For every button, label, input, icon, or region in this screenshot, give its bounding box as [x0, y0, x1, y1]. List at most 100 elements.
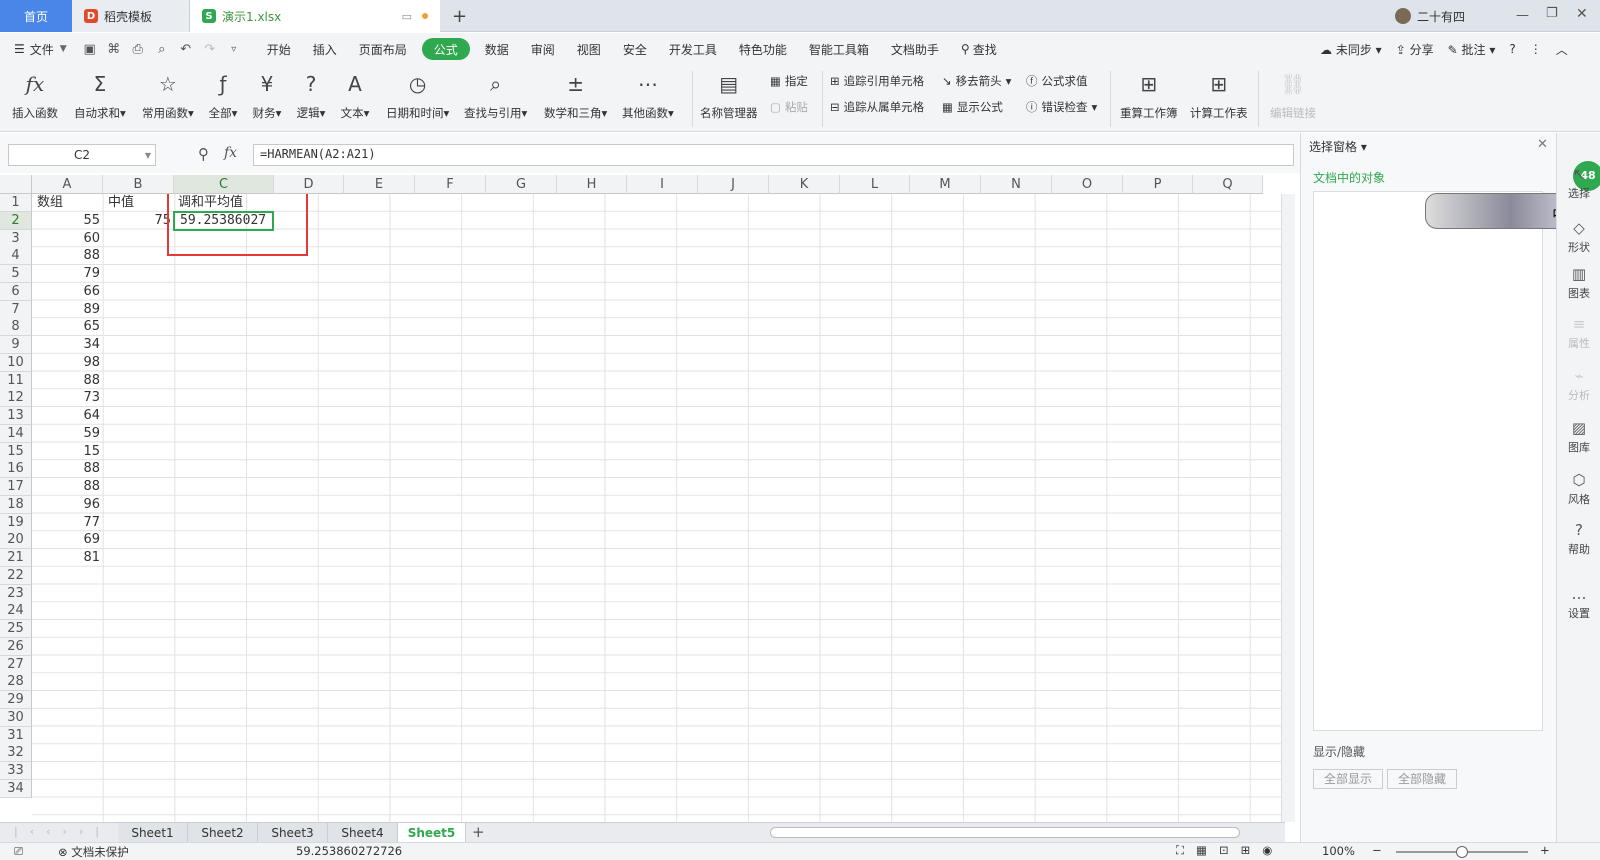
- customize-chevron-icon[interactable]: ▿: [222, 44, 246, 55]
- row-header-20[interactable]: 20: [0, 531, 32, 550]
- show-all-button[interactable]: 全部显示: [1313, 769, 1383, 789]
- column-header-f[interactable]: F: [415, 175, 486, 194]
- tab-home[interactable]: 首页: [0, 0, 72, 32]
- assign-button[interactable]: ▦ 指定: [770, 73, 808, 89]
- cell-a9[interactable]: 34: [32, 336, 103, 354]
- row-header-26[interactable]: 26: [0, 637, 32, 656]
- undo-icon[interactable]: ↶: [174, 42, 198, 57]
- cell-a18[interactable]: 96: [32, 496, 103, 514]
- row-header-1[interactable]: 1: [0, 194, 32, 212]
- other-functions-button[interactable]: ⋯ 其他函数▾: [622, 69, 674, 121]
- row-header-2[interactable]: 2: [0, 211, 32, 230]
- zoom-slider[interactable]: [1396, 846, 1528, 858]
- tab-file[interactable]: S 演示1.xlsx ▭: [190, 0, 440, 32]
- row-header-34[interactable]: 34: [0, 779, 32, 798]
- row-header-33[interactable]: 33: [0, 762, 32, 780]
- restore-icon[interactable]: ❐: [1546, 6, 1558, 21]
- cell-a13[interactable]: 64: [32, 407, 103, 425]
- row-header-29[interactable]: 29: [0, 691, 32, 709]
- column-header-c[interactable]: C: [174, 175, 274, 194]
- select-all-corner[interactable]: [0, 175, 32, 194]
- menu-view[interactable]: 视图: [566, 33, 612, 65]
- format-painter-icon[interactable]: ⌘: [102, 42, 126, 57]
- share-button[interactable]: ⇪ 分享: [1396, 41, 1434, 58]
- text-functions-button[interactable]: A 文本▾: [340, 69, 370, 121]
- column-header-m[interactable]: M: [910, 175, 981, 194]
- page-layout-view-icon[interactable]: ⊡: [1219, 843, 1229, 858]
- row-header-17[interactable]: 17: [0, 478, 32, 496]
- strip-help[interactable]: ? 帮助: [1557, 521, 1600, 557]
- sheet-tab-3[interactable]: Sheet3: [258, 823, 328, 843]
- strip-shapes[interactable]: ◇ 形状: [1557, 219, 1600, 255]
- row-header-11[interactable]: 11: [0, 371, 32, 390]
- strip-gallery[interactable]: ▨ 图库: [1557, 419, 1600, 455]
- tab-template[interactable]: D 稻壳模板: [72, 0, 190, 32]
- strip-style[interactable]: ⬡ 风格: [1557, 471, 1600, 507]
- zoom-out-icon[interactable]: −: [1372, 843, 1382, 857]
- finance-button[interactable]: ¥ 财务▾: [252, 69, 282, 121]
- menu-dev-tools[interactable]: 开发工具: [658, 33, 728, 65]
- save-icon[interactable]: ▣: [78, 42, 102, 57]
- close-icon[interactable]: ✕: [1576, 6, 1588, 22]
- cell-a7[interactable]: 89: [32, 301, 103, 319]
- comment-button[interactable]: ✎ 批注 ▾: [1448, 41, 1496, 58]
- more-icon[interactable]: ⋮: [1530, 42, 1542, 56]
- column-header-p[interactable]: P: [1123, 175, 1193, 194]
- cell-a15[interactable]: 15: [32, 443, 103, 461]
- collapse-ribbon-icon[interactable]: ︿: [1556, 41, 1568, 58]
- cell-a10[interactable]: 98: [32, 354, 103, 372]
- add-sheet-plus-icon[interactable]: +: [472, 823, 485, 841]
- row-header-10[interactable]: 10: [0, 353, 32, 372]
- cell-grid[interactable]: 数组 中值 调和平均值 75 59.25386027 55 60 88 79 66 89 6…: [32, 194, 1281, 822]
- strip-analysis[interactable]: ⌁ 分析: [1557, 367, 1600, 403]
- zoom-formula-icon[interactable]: ⚲: [198, 145, 209, 163]
- lookup-button[interactable]: ⌕ 查找与引用▾: [464, 69, 527, 121]
- cell-a1[interactable]: 数组: [34, 194, 66, 212]
- calc-sheet-button[interactable]: ⊞ 计算工作表: [1190, 69, 1248, 121]
- protect-status[interactable]: ⊗ 文档未保护: [58, 844, 129, 860]
- horizontal-scrollbar[interactable]: [770, 827, 1240, 838]
- column-header-n[interactable]: N: [981, 175, 1052, 194]
- name-box[interactable]: C2 ▼: [8, 144, 156, 166]
- zoom-in-icon[interactable]: +: [1540, 843, 1550, 857]
- cell-a8[interactable]: 65: [32, 318, 103, 336]
- vertical-scrollbar[interactable]: [1281, 194, 1295, 822]
- show-hide-toggle[interactable]: 显示/隐藏: [1313, 743, 1365, 760]
- cell-a12[interactable]: 73: [32, 389, 103, 407]
- zoom-level[interactable]: 100%: [1322, 844, 1355, 858]
- help-icon[interactable]: ?: [1509, 42, 1515, 56]
- sync-button[interactable]: ☁ 未同步 ▾: [1320, 41, 1382, 58]
- cell-b1[interactable]: 中值: [105, 194, 137, 212]
- row-header-8[interactable]: 8: [0, 318, 32, 337]
- sheet-nav-arrows-icon[interactable]: |‹‹››|: [14, 825, 111, 838]
- row-header-18[interactable]: 18: [0, 495, 32, 514]
- file-menu[interactable]: ☰ 文件 ▼: [0, 33, 78, 65]
- row-header-3[interactable]: 3: [0, 229, 32, 248]
- row-header-32[interactable]: 32: [0, 744, 32, 763]
- row-header-22[interactable]: 22: [0, 566, 32, 585]
- common-functions-button[interactable]: ☆ 常用函数▾: [142, 69, 194, 121]
- menu-security[interactable]: 安全: [612, 33, 658, 65]
- sheet-tab-1[interactable]: Sheet1: [118, 823, 188, 843]
- row-header-21[interactable]: 21: [0, 549, 32, 567]
- row-header-9[interactable]: 9: [0, 336, 32, 354]
- row-header-19[interactable]: 19: [0, 513, 32, 532]
- row-header-23[interactable]: 23: [0, 584, 32, 603]
- cell-a5[interactable]: 79: [32, 265, 103, 283]
- sheet-tab-2[interactable]: Sheet2: [188, 823, 258, 843]
- sheet-tab-4[interactable]: Sheet4: [328, 823, 398, 843]
- insert-function-button[interactable]: fx 插入函数: [12, 69, 58, 121]
- trace-precedents-button[interactable]: ⊞ 追踪引用单元格: [830, 73, 924, 89]
- column-header-j[interactable]: J: [698, 175, 769, 194]
- strip-select[interactable]: ↖ 选择: [1557, 165, 1600, 201]
- page-break-view-icon[interactable]: ⊞: [1241, 843, 1251, 858]
- row-header-5[interactable]: 5: [0, 265, 32, 283]
- normal-view-icon[interactable]: ▦: [1196, 843, 1207, 858]
- datetime-button[interactable]: ◷ 日期和时间▾: [386, 69, 449, 121]
- row-header-15[interactable]: 15: [0, 442, 32, 461]
- logic-button[interactable]: ? 逻辑▾: [296, 69, 326, 121]
- objects-list[interactable]: [1313, 191, 1543, 731]
- column-header-k[interactable]: K: [769, 175, 840, 194]
- close-pane-icon[interactable]: ✕: [1537, 137, 1548, 152]
- hide-all-button[interactable]: 全部隐藏: [1387, 769, 1457, 789]
